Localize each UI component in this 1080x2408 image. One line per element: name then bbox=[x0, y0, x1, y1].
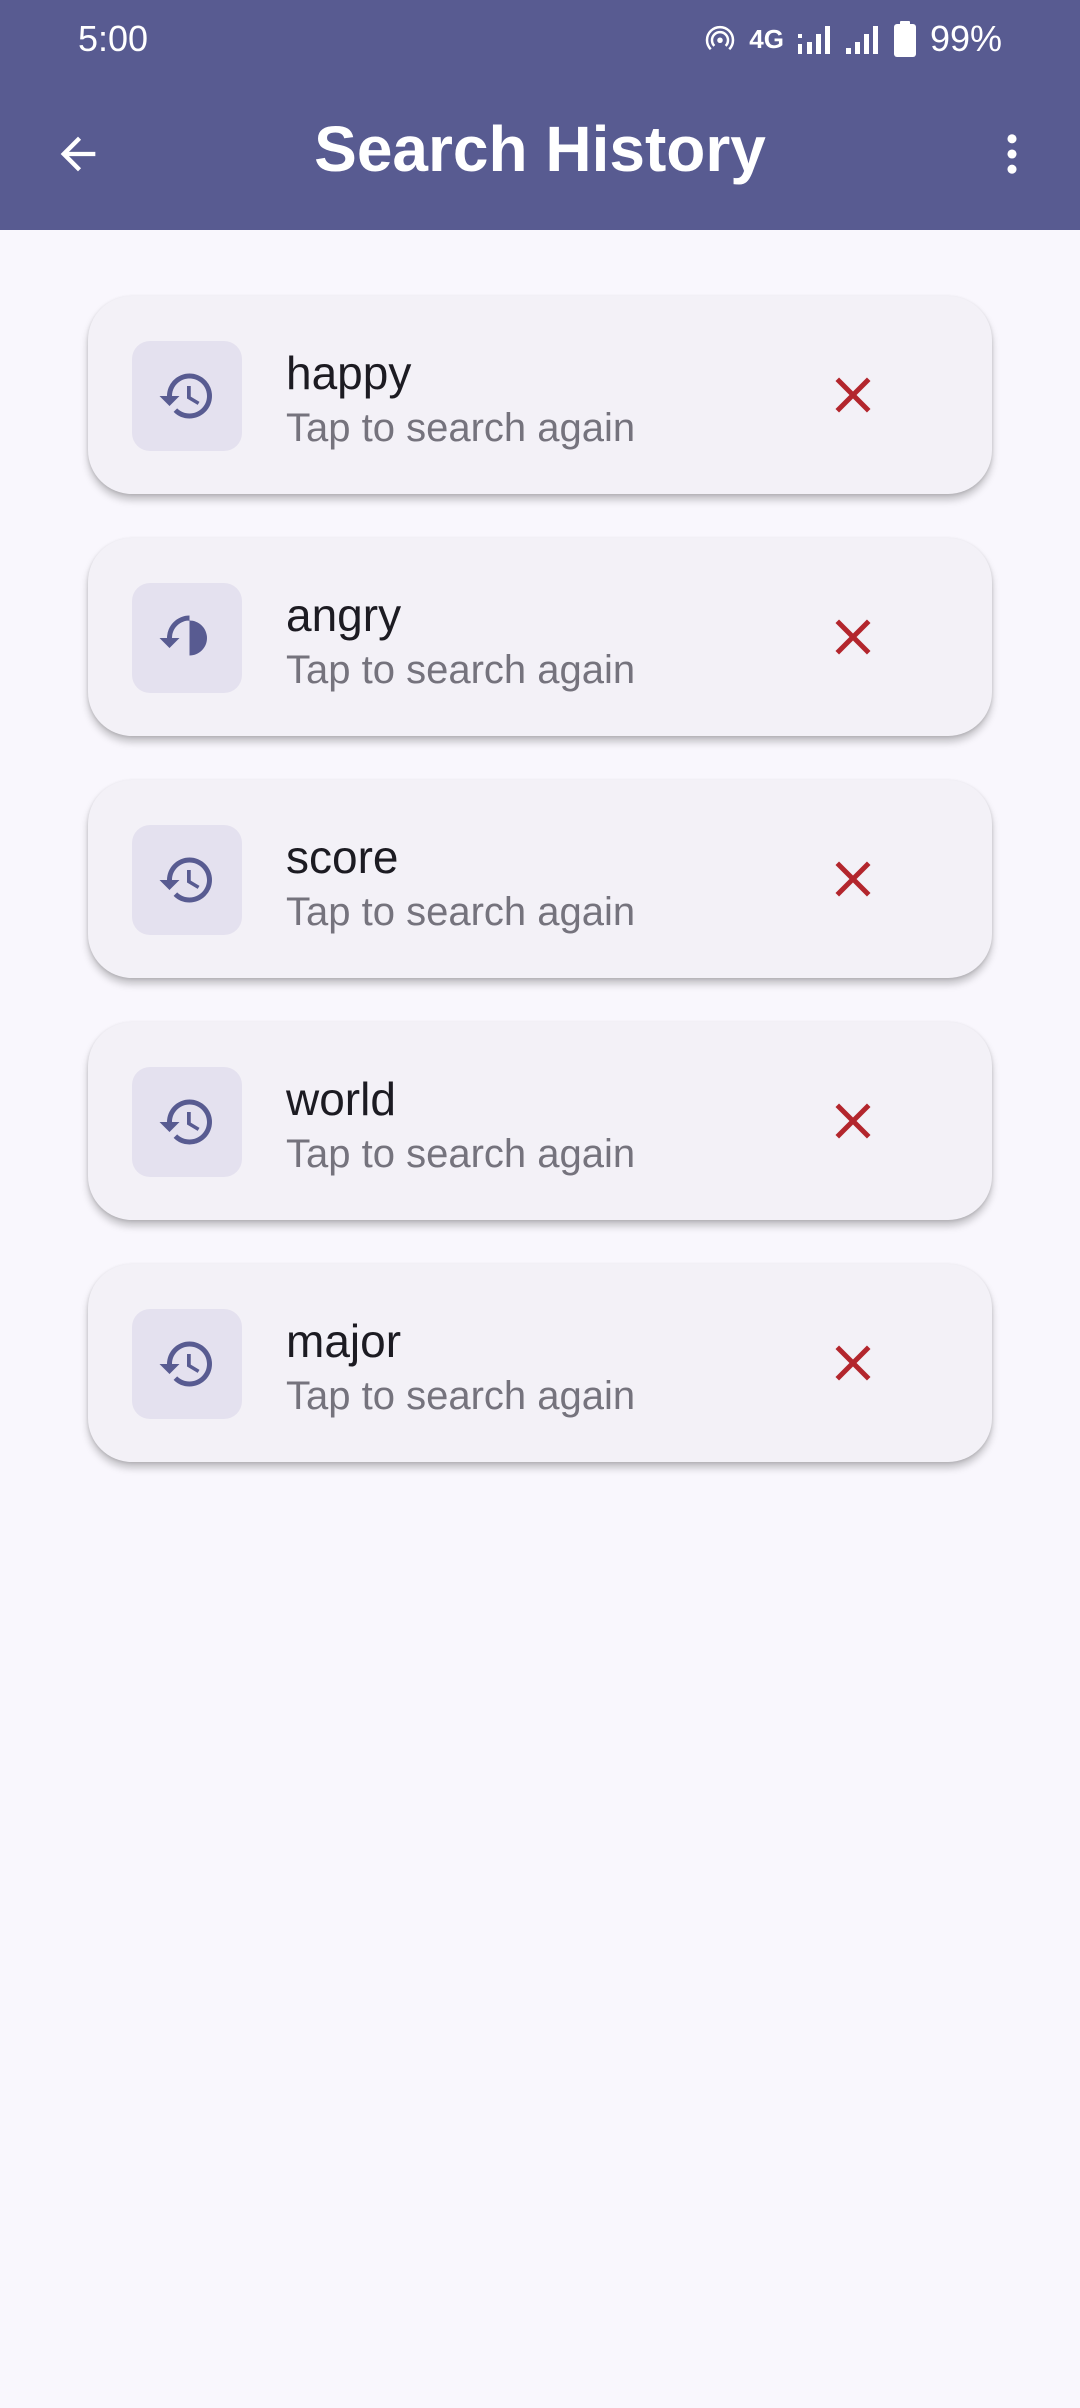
more-options-button[interactable] bbox=[974, 116, 1050, 192]
close-icon bbox=[835, 377, 871, 413]
more-vert-icon bbox=[1007, 134, 1017, 174]
close-icon bbox=[835, 619, 871, 655]
history-term: score bbox=[286, 831, 399, 883]
hotspot-icon bbox=[706, 25, 735, 51]
network-type-label: 4G bbox=[749, 23, 784, 54]
history-subtitle: Tap to search again bbox=[286, 648, 636, 692]
app-bar: 5:00 4G 99% Search History bbox=[0, 0, 1080, 230]
delete-button[interactable] bbox=[808, 350, 898, 440]
history-icon-box bbox=[132, 1067, 242, 1177]
history-subtitle: Tap to search again bbox=[286, 1374, 636, 1418]
delete-button[interactable] bbox=[808, 1318, 898, 1408]
signal-icon-1 bbox=[797, 26, 830, 54]
history-icon-box bbox=[132, 825, 242, 935]
close-icon bbox=[835, 1103, 871, 1139]
history-subtitle: Tap to search again bbox=[286, 890, 636, 934]
arrow-back-icon bbox=[60, 136, 96, 172]
page-title: Search History bbox=[314, 113, 766, 185]
close-icon bbox=[835, 861, 871, 897]
delete-button[interactable] bbox=[808, 1076, 898, 1166]
history-icon-box bbox=[132, 583, 242, 693]
history-item[interactable]: angry Tap to search again bbox=[88, 538, 992, 736]
history-term: angry bbox=[286, 589, 402, 641]
history-icon-box bbox=[132, 341, 242, 451]
history-subtitle: Tap to search again bbox=[286, 1132, 636, 1176]
history-term: major bbox=[286, 1315, 402, 1367]
history-icon-box bbox=[132, 1309, 242, 1419]
battery-percent: 99% bbox=[929, 18, 1002, 59]
history-list: happy Tap to search again angry Tap to s… bbox=[88, 296, 992, 1462]
history-subtitle: Tap to search again bbox=[286, 406, 636, 450]
status-time: 5:00 bbox=[78, 18, 149, 59]
signal-icon-2 bbox=[845, 26, 878, 54]
delete-button[interactable] bbox=[808, 592, 898, 682]
history-item[interactable]: world Tap to search again bbox=[88, 1022, 992, 1220]
history-item[interactable]: score Tap to search again bbox=[88, 780, 992, 978]
status-icons: 4G 99% bbox=[705, 14, 1002, 64]
battery-icon bbox=[893, 21, 916, 57]
history-item[interactable]: happy Tap to search again bbox=[88, 296, 992, 494]
history-term: world bbox=[286, 1073, 396, 1125]
history-term: happy bbox=[286, 347, 412, 399]
back-button[interactable] bbox=[40, 116, 116, 192]
history-icon bbox=[159, 373, 212, 419]
delete-button[interactable] bbox=[808, 834, 898, 924]
history-icon bbox=[159, 1099, 212, 1145]
history-item[interactable]: major Tap to search again bbox=[88, 1264, 992, 1462]
history-icon bbox=[159, 857, 212, 903]
history-icon bbox=[159, 615, 207, 656]
history-icon bbox=[159, 1341, 212, 1387]
close-icon bbox=[835, 1345, 871, 1381]
